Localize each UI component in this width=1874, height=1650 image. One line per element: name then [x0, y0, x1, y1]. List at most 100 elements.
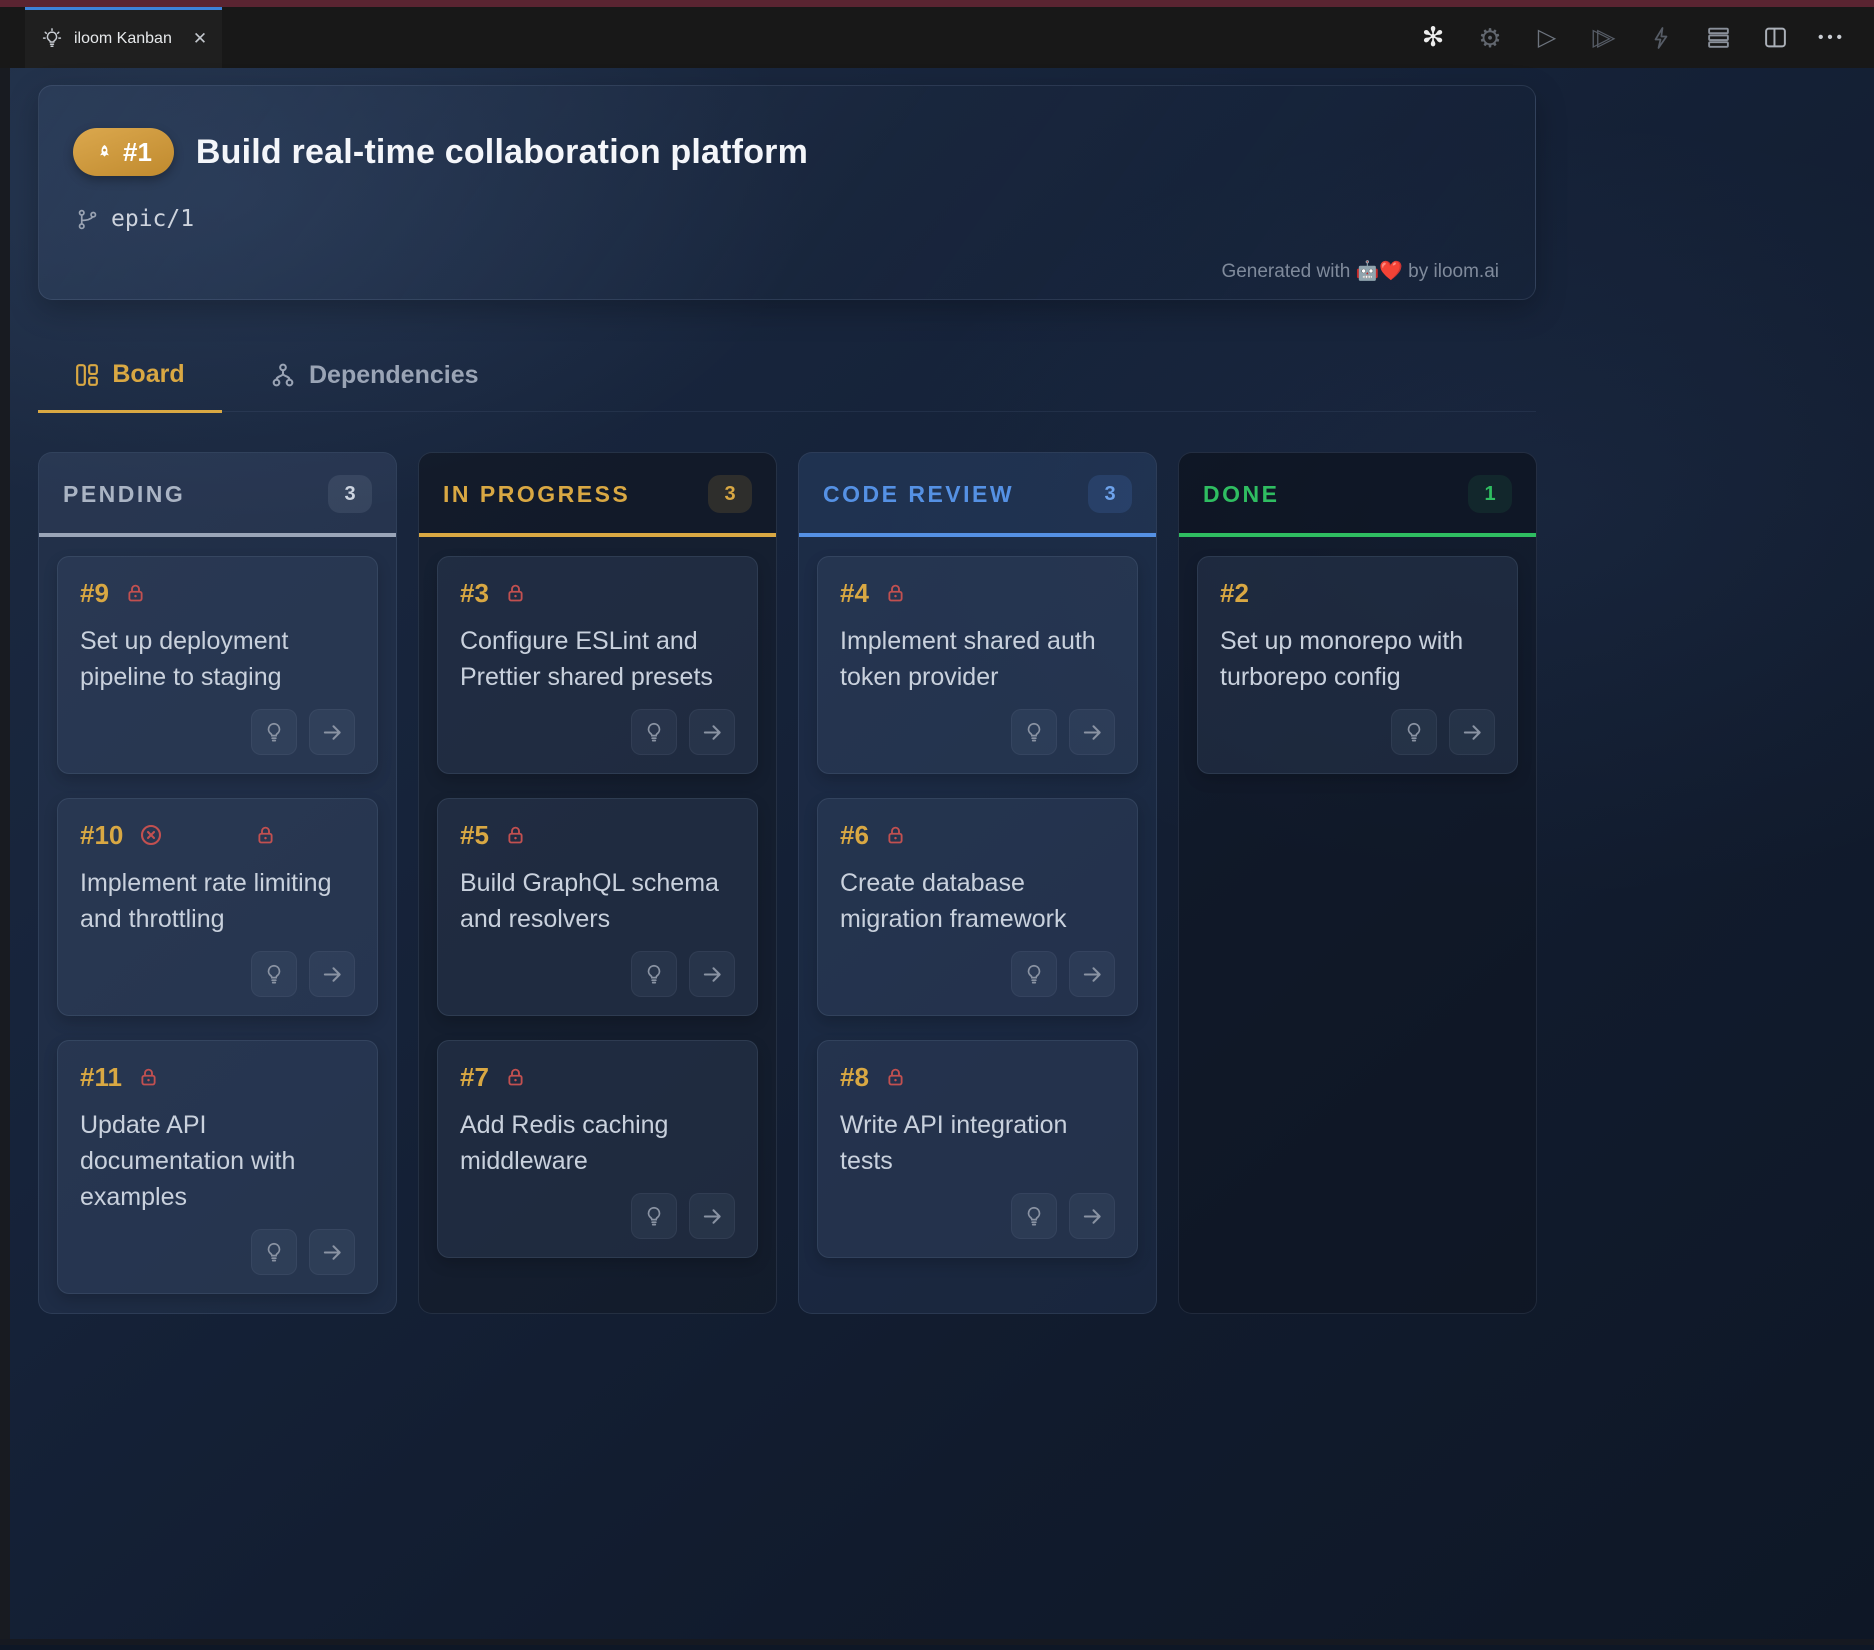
- openai-icon[interactable]: ✻: [1419, 24, 1447, 52]
- open-task-button[interactable]: [1069, 1193, 1115, 1239]
- hint-button[interactable]: [1011, 951, 1057, 997]
- column-header: CODE REVIEW 3: [799, 453, 1156, 537]
- task-title: Update API documentation with examples: [80, 1107, 355, 1215]
- task-title: Implement shared auth token provider: [840, 623, 1115, 695]
- system-title-bar: [0, 0, 1874, 7]
- task-id: #8: [840, 1062, 869, 1093]
- flash-icon[interactable]: [1647, 24, 1675, 52]
- epic-title: Build real-time collaboration platform: [196, 133, 808, 172]
- hint-button[interactable]: [251, 709, 297, 755]
- run-icon[interactable]: ▷: [1533, 24, 1561, 52]
- epic-number: #1: [123, 137, 152, 168]
- task-id: #4: [840, 578, 869, 609]
- task-title: Implement rate limiting and throttling: [80, 865, 355, 937]
- epic-branch: epic/1: [76, 206, 1499, 232]
- open-task-button[interactable]: [1069, 709, 1115, 755]
- arrow-right-icon: [321, 721, 344, 744]
- lock-icon: [138, 1067, 159, 1088]
- lightbulb-icon: [1023, 963, 1045, 985]
- lock-icon: [505, 1067, 526, 1088]
- task-card[interactable]: #6 Create database migration framework: [817, 798, 1138, 1016]
- blocked-circle-x-icon: [139, 823, 163, 847]
- git-branch-icon: [76, 208, 99, 231]
- view-tabs: Board Dependencies: [38, 360, 1536, 412]
- bottom-edge-strip: [0, 1639, 1874, 1645]
- branch-name: epic/1: [111, 206, 194, 232]
- dependencies-graph-icon: [270, 362, 296, 388]
- column-title: CODE REVIEW: [823, 481, 1014, 508]
- task-card[interactable]: #9 Set up deployment pipeline to staging: [57, 556, 378, 774]
- tab-board[interactable]: Board: [38, 360, 222, 413]
- kanban-column-pending: PENDING 3 #9 Set up deployment pipeline …: [38, 452, 397, 1314]
- lock-icon: [885, 1067, 906, 1088]
- generated-by-note: Generated with 🤖❤️ by iloom.ai: [1221, 259, 1499, 283]
- list-view-icon[interactable]: [1704, 24, 1732, 52]
- task-card[interactable]: #4 Implement shared auth token provider: [817, 556, 1138, 774]
- hint-button[interactable]: [1391, 709, 1437, 755]
- close-tab-icon[interactable]: ✕: [193, 29, 207, 49]
- open-task-button[interactable]: [689, 951, 735, 997]
- lightbulb-icon: [263, 1241, 285, 1263]
- column-count-badge: 3: [328, 475, 372, 513]
- tab-dependencies[interactable]: Dependencies: [264, 360, 485, 411]
- task-title: Add Redis caching middleware: [460, 1107, 735, 1179]
- split-editor-icon[interactable]: [1761, 24, 1789, 52]
- task-card[interactable]: #5 Build GraphQL schema and resolvers: [437, 798, 758, 1016]
- open-task-button[interactable]: [309, 1229, 355, 1275]
- open-task-button[interactable]: [689, 709, 735, 755]
- lightbulb-icon: [643, 963, 665, 985]
- task-card[interactable]: #7 Add Redis caching middleware: [437, 1040, 758, 1258]
- rocket-icon: [95, 143, 114, 162]
- more-actions-icon[interactable]: •••: [1818, 24, 1846, 52]
- lightbulb-icon: [41, 28, 63, 50]
- arrow-right-icon: [701, 963, 724, 986]
- lock-icon: [885, 825, 906, 846]
- arrow-right-icon: [1081, 1205, 1104, 1228]
- hint-button[interactable]: [1011, 709, 1057, 755]
- lock-icon: [255, 825, 276, 846]
- run-all-icon[interactable]: ▷▷: [1590, 24, 1618, 52]
- task-card[interactable]: #3 Configure ESLint and Prettier shared …: [437, 556, 758, 774]
- task-id: #10: [80, 820, 123, 851]
- kanban-webview: #1 Build real-time collaboration platfor…: [0, 68, 1874, 1645]
- editor-tab-label: iloom Kanban: [74, 30, 172, 48]
- hint-button[interactable]: [631, 951, 677, 997]
- task-id: #7: [460, 1062, 489, 1093]
- task-card[interactable]: #11 Update API documentation with exampl…: [57, 1040, 378, 1294]
- open-task-button[interactable]: [689, 1193, 735, 1239]
- column-title: DONE: [1203, 481, 1279, 508]
- tab-board-label: Board: [112, 360, 184, 389]
- task-card[interactable]: #2 Set up monorepo with turborepo config: [1197, 556, 1518, 774]
- open-task-button[interactable]: [309, 709, 355, 755]
- hint-button[interactable]: [251, 1229, 297, 1275]
- hint-button[interactable]: [1011, 1193, 1057, 1239]
- task-id: #9: [80, 578, 109, 609]
- column-count-badge: 3: [1088, 475, 1132, 513]
- kanban-column-code-review: CODE REVIEW 3 #4 Implement shared auth t…: [798, 452, 1157, 1314]
- hint-button[interactable]: [631, 709, 677, 755]
- arrow-right-icon: [321, 963, 344, 986]
- arrow-right-icon: [321, 1241, 344, 1264]
- task-title: Write API integration tests: [840, 1107, 1115, 1179]
- task-card[interactable]: #8 Write API integration tests: [817, 1040, 1138, 1258]
- hint-button[interactable]: [251, 951, 297, 997]
- lightbulb-icon: [263, 963, 285, 985]
- open-task-button[interactable]: [309, 951, 355, 997]
- task-id: #5: [460, 820, 489, 851]
- lock-icon: [125, 583, 146, 604]
- hint-button[interactable]: [631, 1193, 677, 1239]
- open-task-button[interactable]: [1069, 951, 1115, 997]
- lock-icon: [885, 583, 906, 604]
- kanban-board-icon: [75, 363, 99, 387]
- open-task-button[interactable]: [1449, 709, 1495, 755]
- epic-badge: #1: [73, 128, 174, 176]
- task-card[interactable]: #10 Implement rate limiting and throttli…: [57, 798, 378, 1016]
- lightbulb-icon: [643, 1205, 665, 1227]
- arrow-right-icon: [1081, 721, 1104, 744]
- arrow-right-icon: [701, 721, 724, 744]
- task-title: Set up monorepo with turborepo config: [1220, 623, 1495, 695]
- lightbulb-icon: [643, 721, 665, 743]
- lightbulb-icon: [263, 721, 285, 743]
- editor-tab-iloom-kanban[interactable]: iloom Kanban ✕: [25, 7, 222, 68]
- settings-gear-icon[interactable]: ⚙: [1476, 24, 1504, 52]
